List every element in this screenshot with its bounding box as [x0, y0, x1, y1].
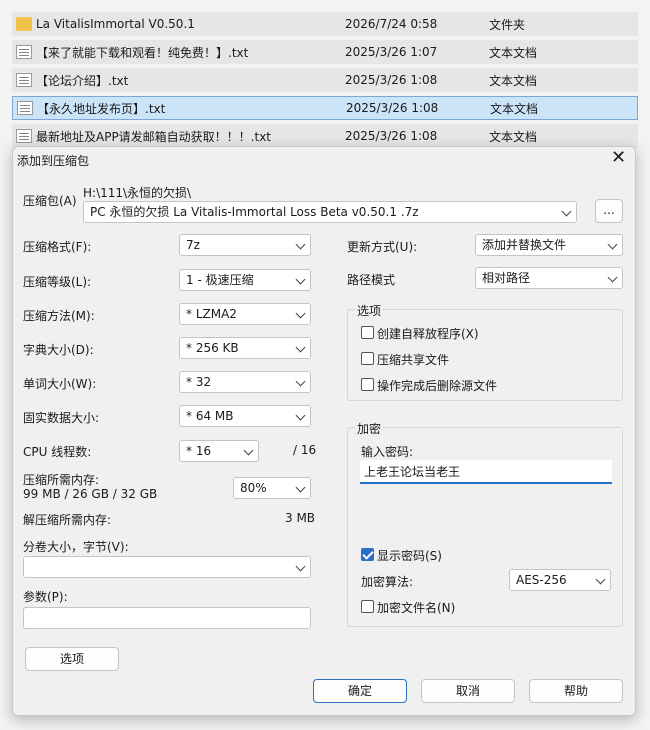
- delete-after-checkbox[interactable]: [361, 378, 374, 391]
- level-select[interactable]: 1 - 极速压缩: [179, 269, 311, 291]
- cpu-threads-label: CPU 线程数:: [23, 445, 92, 459]
- memory-label: 压缩所需内存:: [23, 473, 100, 487]
- file-name: 【论坛介绍】.txt: [36, 73, 129, 88]
- help-button[interactable]: 帮助: [529, 679, 623, 703]
- format-select[interactable]: 7z: [179, 234, 311, 256]
- word-size-select[interactable]: * 32: [179, 371, 311, 393]
- password-label: 输入密码:: [361, 445, 414, 459]
- decompress-memory-label: 解压缩所需内存:: [23, 513, 112, 527]
- word-size-label: 单词大小(W):: [23, 377, 97, 391]
- file-row-selected[interactable]: 【永久地址发布页】.txt 2025/3/26 1:08 文本文档: [12, 96, 638, 120]
- file-type: 文件夹: [489, 17, 526, 32]
- memory-detail: 99 MB / 26 GB / 32 GB: [23, 487, 158, 501]
- password-input[interactable]: 上老王论坛当老王: [360, 460, 612, 484]
- compress-shared-checkbox[interactable]: [361, 352, 374, 365]
- cancel-button[interactable]: 取消: [421, 679, 515, 703]
- method-label: 压缩方法(M):: [23, 309, 95, 323]
- file-name: La VitalisImmortal V0.50.1: [36, 17, 195, 31]
- file-date: 2026/7/24 0:58: [345, 17, 438, 31]
- file-row[interactable]: La VitalisImmortal V0.50.1 2026/7/24 0:5…: [12, 12, 638, 36]
- file-name: 最新地址及APP请发邮箱自动获取！！！.txt: [36, 129, 272, 144]
- encryption-method-select[interactable]: AES-256: [509, 569, 611, 591]
- file-type: 文本文档: [489, 129, 538, 144]
- folder-icon: [16, 17, 32, 31]
- text-file-icon: [16, 73, 32, 87]
- split-size-select[interactable]: [23, 556, 311, 578]
- decompress-memory-value: 3 MB: [285, 511, 316, 525]
- options-button[interactable]: 选项: [25, 647, 119, 671]
- file-date: 2025/3/26 1:08: [346, 101, 439, 115]
- dictionary-select[interactable]: * 256 KB: [179, 337, 311, 359]
- file-name: 【来了就能下载和观看！纯免费！】.txt: [36, 45, 249, 60]
- show-password-checkbox[interactable]: [361, 548, 374, 561]
- file-date: 2025/3/26 1:08: [345, 73, 438, 87]
- file-row[interactable]: 【论坛介绍】.txt 2025/3/26 1:08 文本文档: [12, 68, 638, 92]
- archive-name-combo[interactable]: PC 永恒的欠损 La Vitalis-Immortal Loss Beta v…: [83, 201, 577, 223]
- create-sfx-checkbox[interactable]: [361, 326, 374, 339]
- parameters-input[interactable]: [23, 607, 311, 629]
- file-type: 文本文档: [489, 73, 538, 88]
- solid-size-label: 固实数据大小:: [23, 411, 100, 425]
- text-file-icon: [17, 101, 33, 115]
- encrypt-names-checkbox[interactable]: [361, 600, 374, 613]
- path-mode-label: 路径模式: [347, 273, 396, 287]
- file-type: 文本文档: [490, 101, 539, 116]
- archive-path: H:\111\永恒的欠损\: [83, 186, 192, 200]
- compress-shared-label: 压缩共享文件: [377, 353, 450, 367]
- show-password-label: 显示密码(S): [377, 549, 442, 563]
- dialog-title: 添加到压缩包: [17, 154, 90, 168]
- update-mode-select[interactable]: 添加并替换文件: [475, 234, 623, 256]
- memory-select[interactable]: 80%: [233, 477, 311, 499]
- delete-after-label: 操作完成后删除源文件: [377, 379, 498, 393]
- browse-button[interactable]: ...: [595, 199, 623, 223]
- options-group-label: 选项: [355, 302, 384, 319]
- level-label: 压缩等级(L):: [23, 275, 92, 289]
- split-size-label: 分卷大小，字节(V):: [23, 540, 129, 554]
- method-select[interactable]: * LZMA2: [179, 303, 311, 325]
- file-row[interactable]: 最新地址及APP请发邮箱自动获取！！！.txt 2025/3/26 1:08 文…: [12, 124, 638, 148]
- ok-button[interactable]: 确定: [313, 679, 407, 703]
- parameters-label: 参数(P):: [23, 590, 68, 604]
- file-type: 文本文档: [489, 45, 538, 60]
- archive-label: 压缩包(A): [23, 194, 77, 208]
- cpu-threads-total: / 16: [293, 443, 317, 457]
- cpu-threads-select[interactable]: * 16: [179, 440, 259, 462]
- file-date: 2025/3/26 1:08: [345, 129, 438, 143]
- text-file-icon: [16, 129, 32, 143]
- text-file-icon: [16, 45, 32, 59]
- add-to-archive-dialog: 添加到压缩包 ✕ 压缩包(A) H:\111\永恒的欠损\ PC 永恒的欠损 L…: [12, 146, 636, 716]
- update-mode-label: 更新方式(U):: [347, 240, 418, 254]
- close-icon[interactable]: ✕: [611, 147, 626, 169]
- encryption-group-label: 加密: [355, 420, 384, 437]
- encryption-method-label: 加密算法:: [361, 575, 414, 589]
- solid-size-select[interactable]: * 64 MB: [179, 405, 311, 427]
- path-mode-select[interactable]: 相对路径: [475, 267, 623, 289]
- format-label: 压缩格式(F):: [23, 240, 92, 254]
- file-date: 2025/3/26 1:07: [345, 45, 438, 59]
- dictionary-label: 字典大小(D):: [23, 343, 94, 357]
- file-row[interactable]: 【来了就能下载和观看！纯免费！】.txt 2025/3/26 1:07 文本文档: [12, 40, 638, 64]
- create-sfx-label: 创建自释放程序(X): [377, 327, 479, 341]
- file-name: 【永久地址发布页】.txt: [37, 101, 166, 116]
- encrypt-names-label: 加密文件名(N): [377, 601, 456, 615]
